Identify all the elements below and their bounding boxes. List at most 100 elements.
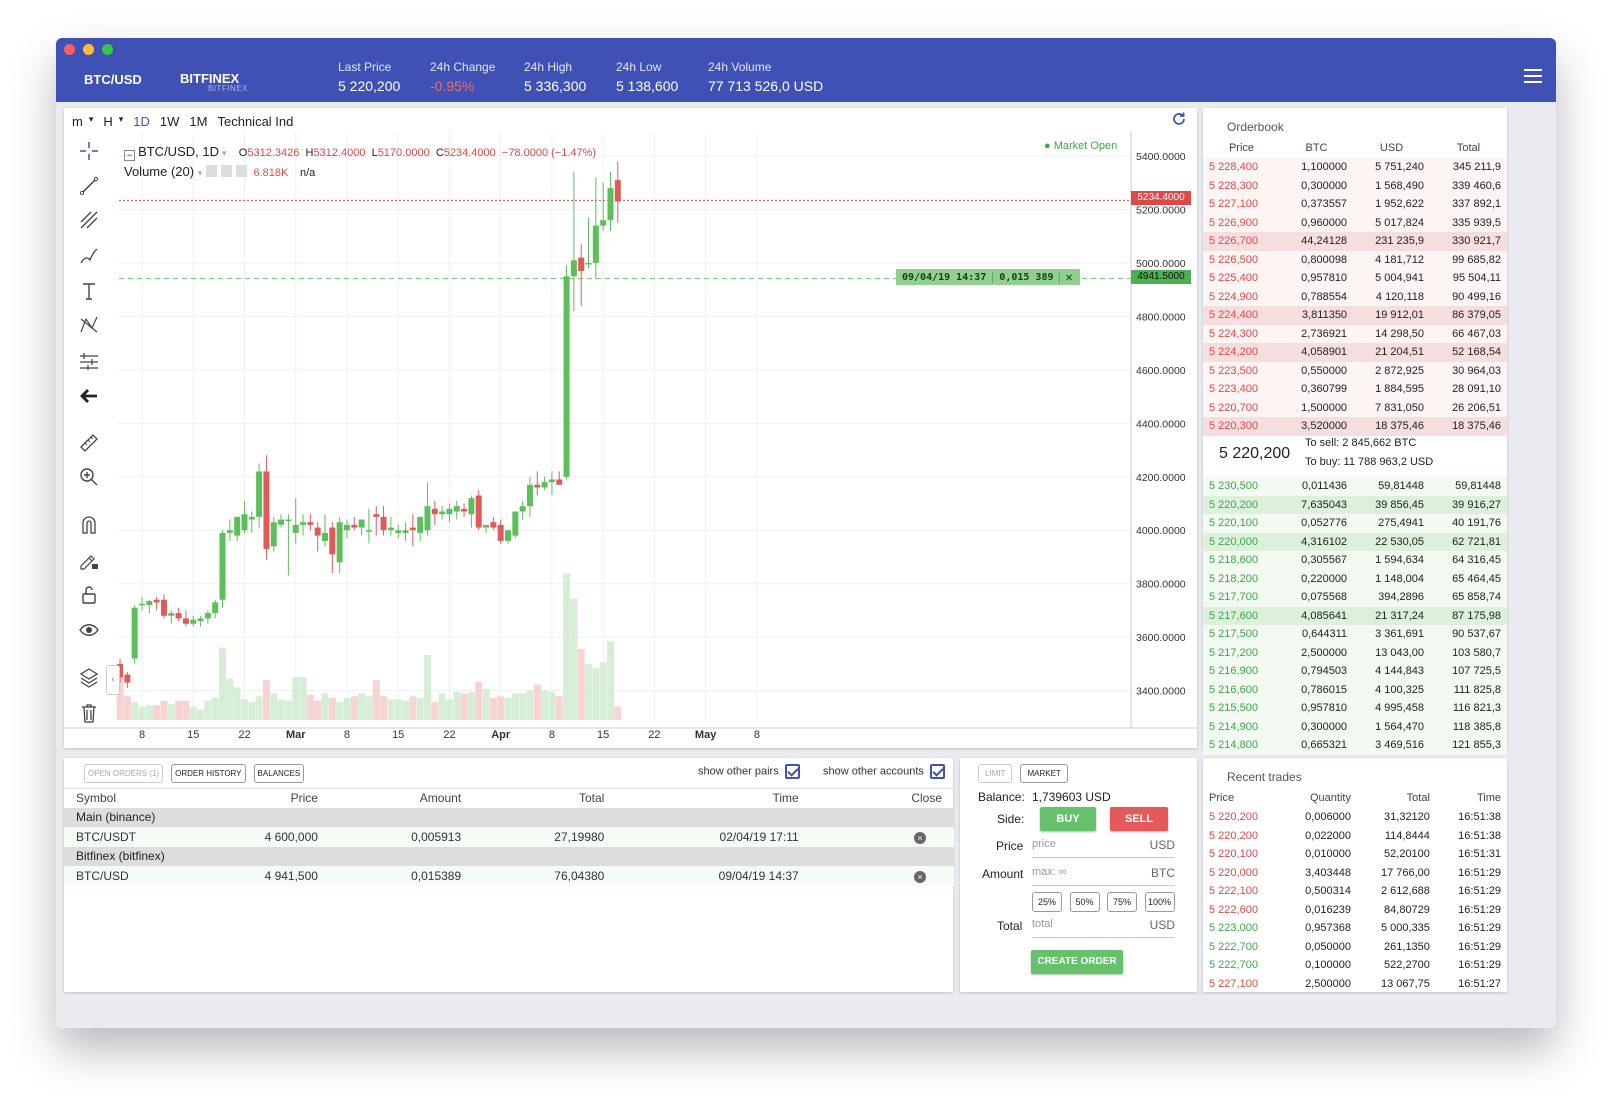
stat-3: 24h Low 5 138,600	[616, 60, 678, 94]
volume-bar	[211, 697, 219, 720]
candle-body	[300, 522, 307, 525]
orderbook-cell: 345 211,9	[1452, 161, 1501, 174]
orderbook-row[interactable]: 5 217,200 2,500000 13 043,00 103 580,7	[1203, 643, 1507, 662]
x-tick-label: 15	[392, 729, 404, 741]
orderbook-row[interactable]: 5 228,400 1,100000 5 751,240 345 211,9	[1203, 158, 1507, 177]
maximize-window-button[interactable]	[102, 44, 113, 55]
orderbook-row[interactable]: 5 216,600 0,786015 4 100,325 111 825,8	[1203, 680, 1507, 699]
cancel-order-icon[interactable]: ✕	[1060, 270, 1077, 284]
collapse-toolbar-icon[interactable]: ‹	[106, 665, 120, 695]
percent-button[interactable]: 100%	[1144, 892, 1175, 912]
order-type-tab-1[interactable]: MARKET	[1020, 764, 1068, 783]
hamburger-menu-icon[interactable]	[1524, 69, 1542, 83]
orderbook-row[interactable]: 5 224,400 3,811350 19 912,01 86 379,05	[1203, 306, 1507, 325]
indicator-settings-icon[interactable]	[205, 165, 250, 177]
orderbook-row[interactable]: 5 226,500 0,800098 4 181,712 99 685,82	[1203, 250, 1507, 269]
orderbook-row[interactable]: 5 220,200 7,635043 39 856,45 39 916,27	[1203, 495, 1507, 514]
orderbook-row[interactable]: 5 217,500 0,644311 3 361,691 90 537,67	[1203, 625, 1507, 644]
volume-bar	[467, 691, 475, 720]
orderbook-row[interactable]: 5 224,900 0,788554 4 120,118 90 499,16	[1203, 287, 1507, 306]
trade-row: 5 222,100 0,500314 2 612,688 16:51:29	[1203, 882, 1507, 901]
candle-body	[483, 524, 490, 528]
orders-row[interactable]: BTC/USDT 4 600,000 0,005913 27,19980 02/04/1…	[64, 827, 954, 847]
close-window-button[interactable]	[64, 44, 75, 55]
orderbook-row[interactable]: 5 226,700 44,24128 231 235,9 330 921,7	[1203, 232, 1507, 251]
sell-button[interactable]: SELL	[1110, 807, 1168, 831]
orders-tab-1[interactable]: ORDER HISTORY	[171, 764, 246, 783]
volume-dropdown-icon[interactable]: ▾	[198, 168, 203, 178]
trade-cell: 16:51:29	[1458, 922, 1501, 935]
orders-row[interactable]: BTC/USD 4 941,500 0,015389 76,04380 09/04/19…	[64, 866, 954, 886]
total-input[interactable]: total USD	[1032, 918, 1175, 938]
percent-button[interactable]: 25%	[1032, 892, 1062, 912]
orderbook-row[interactable]: 5 230,500 0,011436 59,81448 59,81448	[1203, 477, 1507, 496]
order-price-tag: 4941.5000	[1131, 270, 1191, 284]
candle-body	[197, 618, 204, 622]
orderbook-row[interactable]: 5 223,400 0,360799 1 884,595 28 091,10	[1203, 380, 1507, 399]
volume-bar	[541, 690, 549, 720]
orderbook-row[interactable]: 5 226,900 0,960000 5 017,824 335 939,5	[1203, 213, 1507, 232]
price-chart[interactable]: 8 15 22 Mar 8 15 22 Apr 8 15 22 May 8 5400.0000 5200.0…	[64, 108, 1197, 748]
create-order-button[interactable]: CREATE ORDER	[1031, 950, 1123, 974]
amount-input[interactable]: max: ∞ BTC	[1032, 866, 1175, 886]
show-other-pairs-checkbox[interactable]	[784, 764, 800, 779]
y-tick-label: 3400.0000	[1136, 686, 1186, 698]
x-tick-label: May	[695, 729, 717, 741]
orderbook-row[interactable]: 5 220,000 4,316102 22 530,05 62 721,81	[1203, 532, 1507, 551]
stat-label: 24h Change	[430, 60, 496, 74]
close-order-icon[interactable]: ×	[914, 870, 926, 883]
volume-bar	[153, 705, 161, 720]
orderbook-row[interactable]: 5 220,300 3,520000 18 375,46 18 375,46	[1203, 417, 1507, 436]
orderbook-cell: 4 120,118	[1375, 290, 1425, 303]
minimize-window-button[interactable]	[83, 44, 94, 55]
price-input[interactable]: price USD	[1032, 838, 1175, 858]
show-other-pairs[interactable]: show other pairs	[698, 764, 800, 779]
buy-button[interactable]: BUY	[1040, 807, 1096, 831]
orderbook-row[interactable]: 5 214,900 0,300000 1 564,470 118 385,8	[1203, 717, 1507, 736]
orderbook-cell: 1 568,490	[1375, 179, 1425, 192]
volume-bar	[197, 709, 205, 720]
percent-button[interactable]: 75%	[1107, 892, 1137, 912]
orderbook-row[interactable]: 5 220,700 1,500000 7 831,050 26 206,51	[1203, 398, 1507, 417]
orderbook-row[interactable]: 5 218,600 0,305567 1 594,634 64 316,45	[1203, 551, 1507, 570]
show-other-accounts[interactable]: show other accounts	[823, 764, 945, 779]
collapse-legend-icon[interactable]: −	[124, 150, 135, 161]
orderbook-row[interactable]: 5 225,400 0,957810 5 004,941 95 504,11	[1203, 269, 1507, 288]
amount-unit: BTC	[1151, 866, 1175, 880]
percent-button[interactable]: 50%	[1069, 892, 1100, 912]
pair-selector[interactable]: BTC/USD	[84, 72, 142, 87]
trade-row: 5 227,100 2,500000 13 067,75 16:51:27	[1203, 975, 1507, 994]
orderbook-row[interactable]: 5 224,200 4,058901 21 204,51 52 168,54	[1203, 343, 1507, 362]
orderbook-row[interactable]: 5 218,200 0,220000 1 148,004 65 464,45	[1203, 569, 1507, 588]
orderbook-row[interactable]: 5 215,500 0,957810 4 995,458 116 821,3	[1203, 699, 1507, 718]
orderbook-row[interactable]: 5 217,700 0,075568 394,2896 65 858,74	[1203, 588, 1507, 607]
candle-body	[292, 524, 299, 533]
orders-tab-0[interactable]: OPEN ORDERS (1)	[84, 764, 164, 783]
chart-symbol[interactable]: BTC/USD, 1D	[138, 144, 219, 159]
orderbook-row[interactable]: 5 223,500 0,550000 2 872,925 30 964,03	[1203, 361, 1507, 380]
volume-bar	[306, 694, 314, 720]
orderbook-cell: 13 043,00	[1375, 646, 1425, 659]
trade-cell: 5 227,100	[1209, 977, 1258, 990]
orderbook-row[interactable]: 5 216,900 0,794503 4 144,843 107 725,5	[1203, 662, 1507, 681]
show-other-accounts-checkbox[interactable]	[929, 764, 945, 779]
orderbook-row[interactable]: 5 214,800 0,665321 3 469,516 121 855,3	[1203, 736, 1507, 755]
orderbook-row[interactable]: 5 227,100 0,373557 1 952,622 337 892,1	[1203, 195, 1507, 214]
orderbook-row[interactable]: 5 217,600 4,085641 21 317,24 87 175,98	[1203, 606, 1507, 625]
candle-body	[585, 262, 592, 265]
symbol-dropdown-icon[interactable]: ▾	[222, 148, 227, 158]
orderbook-row[interactable]: 5 228,300 0,300000 1 568,490 339 460,6	[1203, 176, 1507, 195]
candle-body	[160, 599, 167, 616]
orderbook-cell: 4,058901	[1301, 346, 1348, 359]
candle-body	[168, 613, 175, 616]
candle-body	[541, 482, 548, 488]
chart-order-line-label[interactable]: 09/04/19 14:37 0,015 389 ✕	[896, 269, 1080, 285]
close-order-icon[interactable]: ×	[914, 831, 926, 844]
volume-label[interactable]: Volume (20)	[124, 164, 194, 179]
orderbook-row[interactable]: 5 224,300 2,736921 14 298,50 66 467,03	[1203, 324, 1507, 343]
orderbook-col: USD	[1379, 142, 1404, 154]
orderbook-row[interactable]: 5 220,100 0,052776 275,4941 40 191,76	[1203, 514, 1507, 533]
orderbook-cell: 5 224,200	[1209, 346, 1258, 359]
order-type-tab-0[interactable]: LIMIT	[978, 764, 1013, 783]
orders-tab-2[interactable]: BALANCES	[253, 764, 305, 783]
